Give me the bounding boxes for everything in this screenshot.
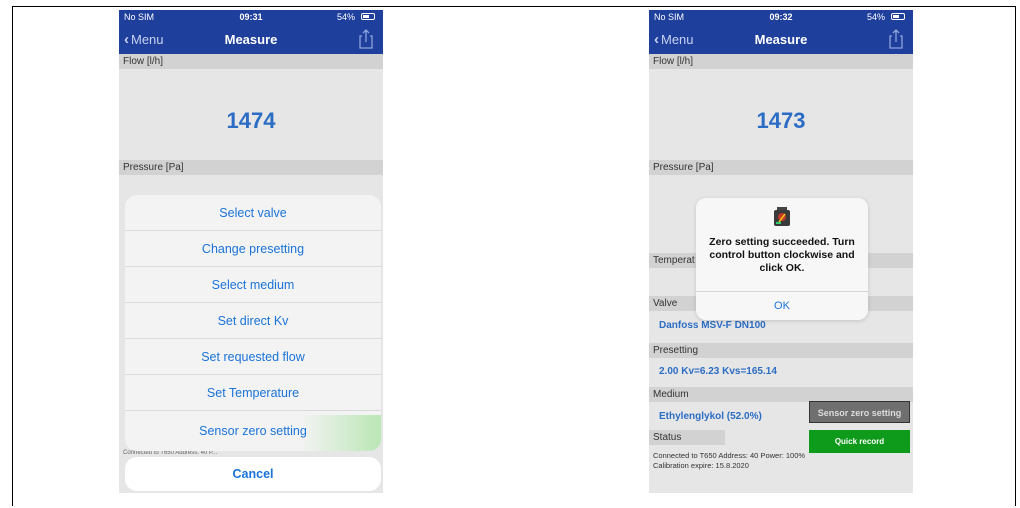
valve-value[interactable]: Danfoss MSV-F DN100 bbox=[659, 320, 766, 331]
set-temperature-button[interactable]: Set Temperature bbox=[125, 375, 381, 411]
set-requested-flow-button[interactable]: Set requested flow bbox=[125, 339, 381, 375]
flow-header: Flow [l/h] bbox=[649, 54, 913, 69]
medium-value[interactable]: Ethylenglykol (52.0%) bbox=[659, 411, 762, 422]
phone-screen-right: No SIM 09:32 54% ‹ Menu Measure Flow [l/h… bbox=[649, 10, 913, 493]
status-header: Status bbox=[649, 430, 725, 445]
flow-value: 1473 bbox=[756, 108, 806, 133]
share-icon[interactable] bbox=[887, 28, 905, 50]
change-presetting-button[interactable]: Change presetting bbox=[125, 231, 381, 267]
set-direct-kv-button[interactable]: Set direct Kv bbox=[125, 303, 381, 339]
flow-header: Flow [l/h] bbox=[119, 54, 383, 69]
status-bar: No SIM 09:32 54% bbox=[649, 10, 913, 24]
ok-button[interactable]: OK bbox=[696, 291, 868, 320]
battery-percent: 54% bbox=[866, 12, 885, 22]
pressure-header: Pressure [Pa] bbox=[649, 160, 913, 175]
sensor-zero-setting-button[interactable]: Sensor zero setting bbox=[809, 401, 910, 423]
status-text: Connected to T650 Address: 40 Power: 100… bbox=[653, 451, 806, 470]
pressure-header: Pressure [Pa] bbox=[119, 160, 383, 175]
page-title: Measure bbox=[224, 32, 278, 47]
status-bar: No SIM 09:31 54% bbox=[119, 10, 383, 24]
medium-header: Medium bbox=[649, 387, 913, 402]
presetting-value[interactable]: 2.00 Kv=6.23 Kvs=165.14 bbox=[659, 366, 777, 377]
select-valve-button[interactable]: Select valve bbox=[125, 195, 381, 231]
battery-icon bbox=[891, 13, 905, 20]
presetting-header: Presetting bbox=[649, 343, 913, 358]
share-icon[interactable] bbox=[357, 28, 375, 50]
alert-message: Zero setting succeeded. Turn control but… bbox=[709, 236, 855, 274]
flow-value: 1474 bbox=[226, 108, 276, 133]
quick-record-button[interactable]: Quick record bbox=[809, 430, 910, 453]
phone-screen-left: No SIM 09:31 54% ‹ Menu Measure Flow [l/h… bbox=[119, 10, 383, 493]
device-warning-icon bbox=[774, 207, 790, 226]
sensor-zero-setting-button[interactable]: Sensor zero setting bbox=[125, 413, 381, 449]
nav-bar: ‹ Menu Measure bbox=[649, 24, 913, 54]
zero-setting-alert: Zero setting succeeded. Turn control but… bbox=[696, 198, 868, 320]
nav-bar: ‹ Menu Measure bbox=[119, 24, 383, 54]
battery-percent: 54% bbox=[336, 12, 355, 22]
cancel-button[interactable]: Cancel bbox=[125, 457, 381, 491]
page-title: Measure bbox=[754, 32, 808, 47]
battery-icon bbox=[361, 13, 375, 20]
action-sheet: Select valve Change presetting Select me… bbox=[125, 195, 381, 451]
select-medium-button[interactable]: Select medium bbox=[125, 267, 381, 303]
